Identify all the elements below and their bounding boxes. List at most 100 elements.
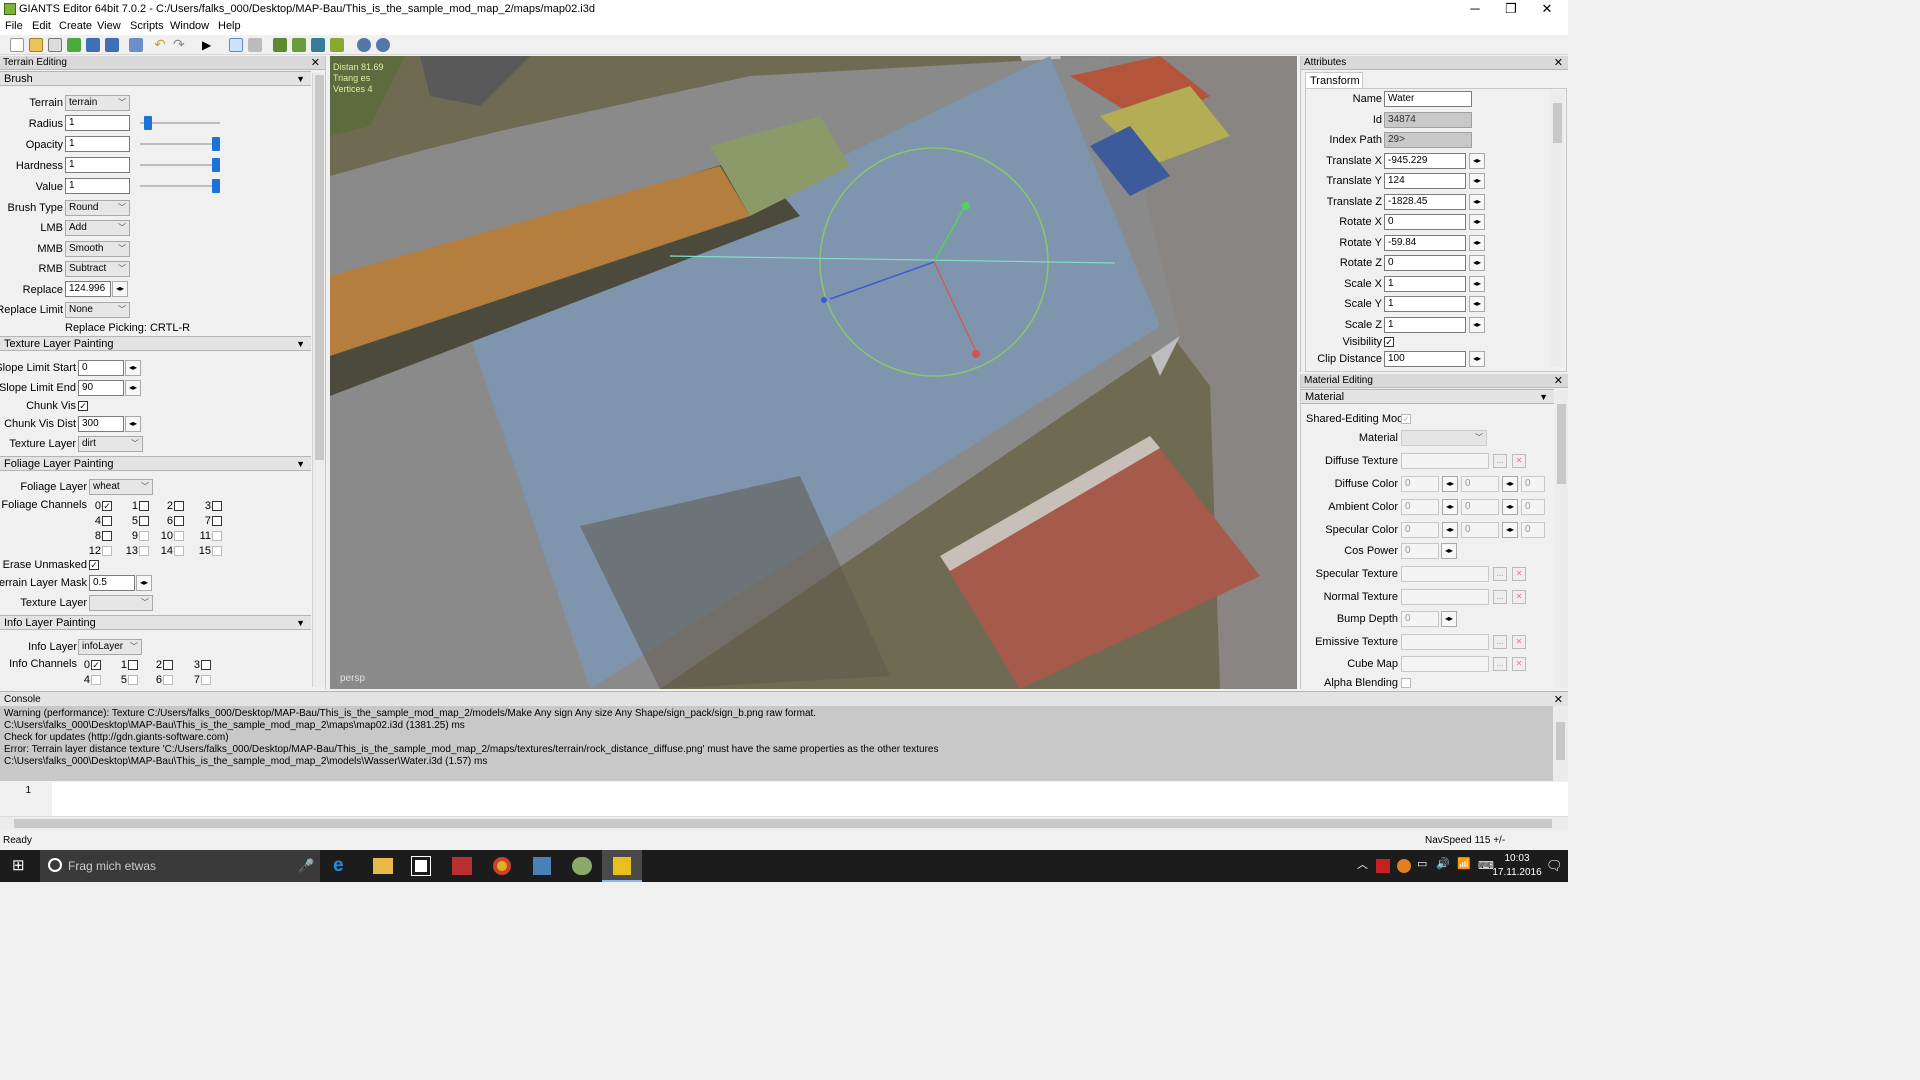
replace-spin-arrows-icon[interactable]: ◂▸: [112, 281, 128, 297]
farming-simulator-icon[interactable]: [452, 857, 472, 875]
magnet-icon[interactable]: [248, 38, 262, 52]
spin-arrows-icon[interactable]: ◂▸: [1469, 173, 1485, 189]
opacity-input[interactable]: 1: [65, 136, 130, 152]
texture-layer-select[interactable]: dirt ﹀: [78, 436, 143, 452]
close-icon[interactable]: ✕: [1554, 374, 1563, 388]
foliage-channel-checkbox[interactable]: [102, 531, 112, 541]
terrain-layer-mask-input[interactable]: 0.5: [89, 575, 135, 591]
slope-end-input[interactable]: 90: [78, 380, 124, 396]
spin-arrows-icon[interactable]: ◂▸: [1469, 193, 1485, 210]
foliage-channel-checkbox[interactable]: [139, 546, 149, 556]
giants-editor-taskbar-icon[interactable]: [572, 857, 592, 875]
left-scrollbar[interactable]: [312, 73, 325, 687]
console-scrollbar-thumb[interactable]: [1556, 722, 1565, 760]
new-file-icon[interactable]: [10, 38, 24, 52]
radius-slider-thumb[interactable]: [143, 116, 152, 130]
attr-input-rotate-x[interactable]: 0: [1384, 214, 1466, 230]
save-all-icon[interactable]: [105, 38, 119, 52]
info-layer-select[interactable]: infoLayer ﹀: [78, 639, 142, 655]
spin-arrows-icon[interactable]: ◂▸: [1469, 316, 1485, 333]
visibility-checkbox[interactable]: ✓: [1384, 337, 1394, 347]
slope-end-spin-arrows-icon[interactable]: ◂▸: [125, 380, 141, 396]
lmb-select[interactable]: Add ﹀: [65, 220, 130, 236]
attr-input-rotate-y[interactable]: -59.84: [1384, 234, 1466, 251]
spin-arrows-icon[interactable]: ◂▸: [1442, 522, 1458, 538]
foliage-tool-icon[interactable]: [292, 38, 306, 52]
hardness-input[interactable]: 1: [65, 157, 130, 173]
alpha-blending-checkbox[interactable]: [1401, 678, 1411, 688]
cube-map-browse-button[interactable]: ...: [1493, 657, 1507, 671]
left-scrollbar-thumb[interactable]: [315, 75, 324, 460]
settings-gear-icon[interactable]: [357, 38, 371, 52]
collapse-icon[interactable]: ▼: [296, 616, 305, 630]
store-icon[interactable]: [411, 856, 431, 876]
hardness-slider-thumb[interactable]: [212, 158, 220, 172]
collapse-icon[interactable]: ▼: [1539, 390, 1548, 404]
edit-file-icon[interactable]: [48, 38, 62, 52]
color-component-input[interactable]: 0: [1521, 476, 1545, 492]
terrain-tool-icon[interactable]: [273, 38, 287, 52]
spin-arrows-icon[interactable]: ◂▸: [1502, 499, 1518, 515]
clock-time[interactable]: 10:03: [1497, 853, 1537, 864]
chunk-vis-dist-spin-arrows-icon[interactable]: ◂▸: [125, 416, 141, 432]
specular-texture-clear-icon[interactable]: ✕: [1512, 567, 1526, 581]
bump-depth-spin-arrows-icon[interactable]: ◂▸: [1441, 611, 1457, 627]
opacity-slider-thumb[interactable]: [212, 137, 220, 151]
play-icon[interactable]: ▶: [202, 38, 216, 52]
foliage-channel-checkbox[interactable]: [139, 516, 149, 526]
foliage-channel-checkbox[interactable]: [174, 546, 184, 556]
color-component-input[interactable]: 0: [1401, 522, 1439, 538]
cube-map-input[interactable]: [1401, 656, 1489, 672]
select-tool-icon[interactable]: [229, 38, 243, 52]
bump-depth-input[interactable]: 0: [1401, 611, 1439, 627]
normal-texture-input[interactable]: [1401, 589, 1489, 605]
tray-chevron-up-icon[interactable]: ︿: [1357, 856, 1368, 872]
console-input[interactable]: [52, 782, 1568, 816]
terrain-mask-spin-arrows-icon[interactable]: ◂▸: [136, 575, 152, 591]
normal-texture-browse-button[interactable]: ...: [1493, 590, 1507, 604]
spin-arrows-icon[interactable]: ◂▸: [1469, 152, 1485, 169]
foliage-channel-checkbox[interactable]: ✓: [102, 501, 112, 511]
attr-input-translate-z[interactable]: -1828.45: [1384, 193, 1466, 210]
menu-file[interactable]: File: [5, 20, 23, 32]
network-icon[interactable]: 📶: [1457, 857, 1471, 870]
info-channel-checkbox[interactable]: [201, 660, 211, 670]
specular-texture-browse-button[interactable]: ...: [1493, 567, 1507, 581]
redo-icon[interactable]: ↷: [173, 37, 187, 52]
brush-section-header[interactable]: Brush ▼: [0, 71, 311, 86]
color-component-input[interactable]: 0: [1401, 499, 1439, 515]
attr-input-translate-y[interactable]: 124: [1384, 173, 1466, 189]
color-component-input[interactable]: 0: [1461, 476, 1499, 492]
replace-limit-select[interactable]: None ﹀: [65, 302, 130, 318]
edge-browser-icon[interactable]: e: [333, 856, 353, 876]
attr-input-translate-x[interactable]: -945.229: [1384, 152, 1466, 169]
spin-arrows-icon[interactable]: ◂▸: [1442, 499, 1458, 515]
foliage-channel-checkbox[interactable]: [102, 546, 112, 556]
info-channel-checkbox[interactable]: [163, 660, 173, 670]
value-input[interactable]: 1: [65, 178, 130, 194]
menu-create[interactable]: Create: [59, 20, 92, 32]
menu-scripts[interactable]: Scripts: [130, 20, 164, 32]
menu-help[interactable]: Help: [218, 20, 241, 32]
tab-transform[interactable]: Transform: [1305, 72, 1363, 88]
mmb-select[interactable]: Smooth ﹀: [65, 241, 130, 257]
value-slider-thumb[interactable]: [212, 179, 220, 193]
spin-arrows-icon[interactable]: ◂▸: [1469, 296, 1485, 312]
foliage-layer-select[interactable]: wheat ﹀: [89, 479, 153, 495]
color-component-input[interactable]: 0: [1521, 522, 1545, 538]
attr-input-name[interactable]: Water: [1384, 91, 1472, 107]
volume-icon[interactable]: 🔊: [1436, 857, 1450, 870]
color-component-input[interactable]: 0: [1401, 476, 1439, 492]
save-icon[interactable]: [86, 38, 100, 52]
spin-arrows-icon[interactable]: ◂▸: [1442, 476, 1458, 492]
active-window-task[interactable]: [602, 850, 642, 882]
spin-arrows-icon[interactable]: ◂▸: [1502, 522, 1518, 538]
slope-start-input[interactable]: 0: [78, 360, 124, 376]
attributes-scrollbar[interactable]: [1551, 91, 1564, 367]
hardness-slider[interactable]: [140, 158, 220, 172]
diffuse-texture-clear-icon[interactable]: ✕: [1512, 454, 1526, 468]
replace-input[interactable]: 124.996: [65, 281, 111, 297]
import-icon[interactable]: [129, 38, 143, 52]
cortana-search-box[interactable]: Frag mich etwas 🎤: [40, 850, 320, 882]
radius-slider[interactable]: [140, 116, 220, 130]
